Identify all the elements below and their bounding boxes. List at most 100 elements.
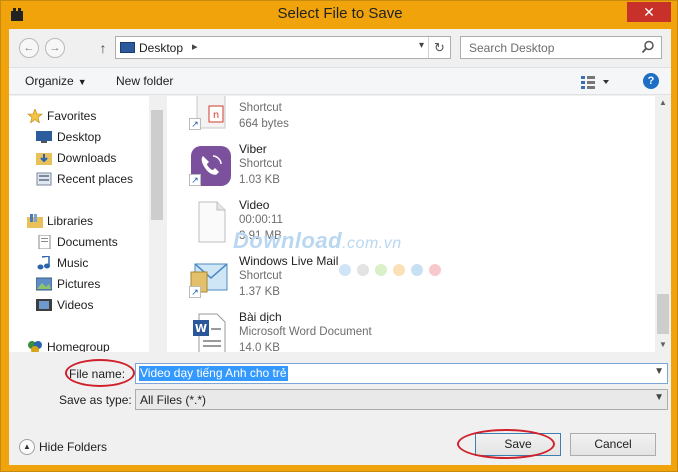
file-size: 14.0 KB <box>239 342 280 352</box>
word-document-icon: W <box>193 313 226 352</box>
search-input[interactable]: Search Desktop <box>460 36 662 59</box>
shortcut-arrow-icon: ↗ <box>189 286 201 298</box>
nav-favorites[interactable]: Favorites <box>9 106 149 126</box>
save-as-type-select[interactable]: All Files (*.*) ▼ <box>135 389 668 410</box>
watermark-tld: .com.vn <box>342 235 402 252</box>
shortcut-arrow-icon: ↗ <box>189 118 201 130</box>
file-item-windows-live-mail[interactable]: ↗ Windows Live Mail Shortcut 1.37 KB <box>167 252 467 308</box>
file-item-shortcut[interactable]: n ↗ Shortcut 664 bytes <box>167 96 467 140</box>
title-bar: Select File to Save ✕ <box>1 1 678 29</box>
nav-label: Pictures <box>57 277 101 291</box>
file-name: Bài dịch <box>239 310 282 324</box>
star-icon <box>27 109 43 123</box>
breadcrumb-chevron-icon[interactable]: ▸ <box>192 40 198 53</box>
downloads-folder-icon <box>36 153 52 165</box>
libraries-icon <box>27 214 43 228</box>
nav-label: Homegroup <box>47 340 110 352</box>
homegroup-icon <box>28 341 42 352</box>
change-view-icon[interactable] <box>579 73 615 91</box>
nav-label: Downloads <box>57 151 117 165</box>
file-type: Shortcut <box>239 270 282 282</box>
address-bar[interactable]: Desktop ▸ ▾ ↻ <box>115 36 451 59</box>
back-arrow-icon: ← <box>23 42 35 54</box>
watermark-text: Download <box>233 228 343 253</box>
cancel-button[interactable]: Cancel <box>570 433 656 456</box>
recent-places-icon <box>36 172 52 186</box>
organize-menu[interactable]: Organize ▼ <box>25 74 87 88</box>
nav-label: Recent places <box>57 172 134 186</box>
file-name: Windows Live Mail <box>239 254 339 268</box>
desktop-icon <box>36 131 52 143</box>
file-item-viber[interactable]: ↗ Viber Shortcut 1.03 KB <box>167 140 467 196</box>
file-size: 1.03 KB <box>239 174 280 186</box>
address-dropdown-icon[interactable]: ▾ <box>419 40 424 51</box>
nav-recent-places[interactable]: Recent places <box>9 169 149 189</box>
scroll-up-icon[interactable]: ▲ <box>655 96 671 110</box>
nav-label: Libraries <box>47 214 94 228</box>
nav-videos[interactable]: Videos <box>9 295 149 315</box>
file-list-scrollbar[interactable]: ▲ ▼ <box>655 96 671 352</box>
search-icon[interactable] <box>641 40 655 54</box>
close-button[interactable]: ✕ <box>627 2 671 22</box>
file-name-value[interactable]: Video dạy tiếng Anh cho trẻ <box>139 366 288 381</box>
file-type: Microsoft Word Document <box>239 326 372 338</box>
new-folder-button[interactable]: New folder <box>116 74 173 88</box>
help-button[interactable]: ? <box>643 73 659 89</box>
save-as-type-label: Save as type: <box>59 393 132 407</box>
save-dialog-window: Select File to Save ✕ ← → ↑ Desktop ▸ ▾ … <box>0 0 678 472</box>
file-size: 664 bytes <box>239 118 289 130</box>
svg-text:W: W <box>195 322 207 335</box>
dialog-client-area: ← → ↑ Desktop ▸ ▾ ↻ Search Desktop Organ… <box>9 29 671 465</box>
navigation-pane[interactable]: Favorites Desktop Downloads Recent place… <box>9 96 165 352</box>
chevron-down-icon: ▼ <box>77 77 87 87</box>
annotation-ellipse-file-name <box>65 359 135 387</box>
nav-scrollbar[interactable] <box>149 96 165 352</box>
up-arrow-icon: ↑ <box>99 40 107 56</box>
save-as-type-value: All Files (*.*) <box>140 393 207 407</box>
watermark-logo: Download.com.vn <box>233 228 402 254</box>
address-location[interactable]: Desktop <box>139 41 183 55</box>
hide-folders-label: Hide Folders <box>39 440 108 454</box>
nav-label: Documents <box>57 235 118 249</box>
file-name-input[interactable]: Video dạy tiếng Anh cho trẻ ▼ <box>135 363 668 384</box>
music-note-icon <box>37 256 50 270</box>
nav-label: Music <box>57 256 89 270</box>
file-duration: 00:00:11 <box>239 214 283 226</box>
nav-desktop[interactable]: Desktop <box>9 127 149 147</box>
shortcut-arrow-icon: ↗ <box>189 174 201 186</box>
nav-pictures[interactable]: Pictures <box>9 274 149 294</box>
refresh-button[interactable]: ↻ <box>428 37 450 58</box>
nav-documents[interactable]: Documents <box>9 232 149 252</box>
file-name: Viber <box>239 142 267 156</box>
forward-button[interactable]: → <box>45 38 65 58</box>
organize-label: Organize <box>25 74 74 88</box>
annotation-ellipse-save <box>457 429 555 459</box>
search-placeholder: Search Desktop <box>469 41 555 55</box>
file-list-pane[interactable]: n ↗ Shortcut 664 bytes ↗ Viber Shortcut … <box>167 96 671 352</box>
nav-music[interactable]: Music <box>9 253 149 273</box>
nav-label: Desktop <box>57 130 102 144</box>
file-name: Video <box>239 198 270 212</box>
chevron-down-icon[interactable]: ▼ <box>654 366 664 377</box>
nav-homegroup[interactable]: Homegroup <box>9 337 149 352</box>
nav-scrollbar-thumb[interactable] <box>151 110 163 220</box>
file-size: 1.37 KB <box>239 286 280 298</box>
file-item-bai-dich[interactable]: W Bài dịch Microsoft Word Document 14.0 … <box>167 308 467 352</box>
watermark-dots <box>339 264 447 279</box>
svg-text:n: n <box>213 110 219 121</box>
nav-label: Favorites <box>47 109 97 123</box>
window-title: Select File to Save <box>277 5 403 22</box>
command-toolbar: Organize ▼ New folder ? <box>9 67 671 95</box>
nav-libraries[interactable]: Libraries <box>9 211 149 231</box>
back-button[interactable]: ← <box>19 38 39 58</box>
chevron-down-icon[interactable]: ▼ <box>654 392 664 403</box>
forward-arrow-icon: → <box>49 42 61 54</box>
pictures-icon <box>36 277 52 291</box>
videos-icon <box>36 299 52 311</box>
scroll-down-icon[interactable]: ▼ <box>655 338 671 352</box>
file-list-scrollbar-thumb[interactable] <box>657 294 669 334</box>
up-button[interactable]: ↑ <box>95 38 111 58</box>
nav-downloads[interactable]: Downloads <box>9 148 149 168</box>
file-type: Shortcut <box>239 102 282 114</box>
documents-icon <box>38 235 51 249</box>
